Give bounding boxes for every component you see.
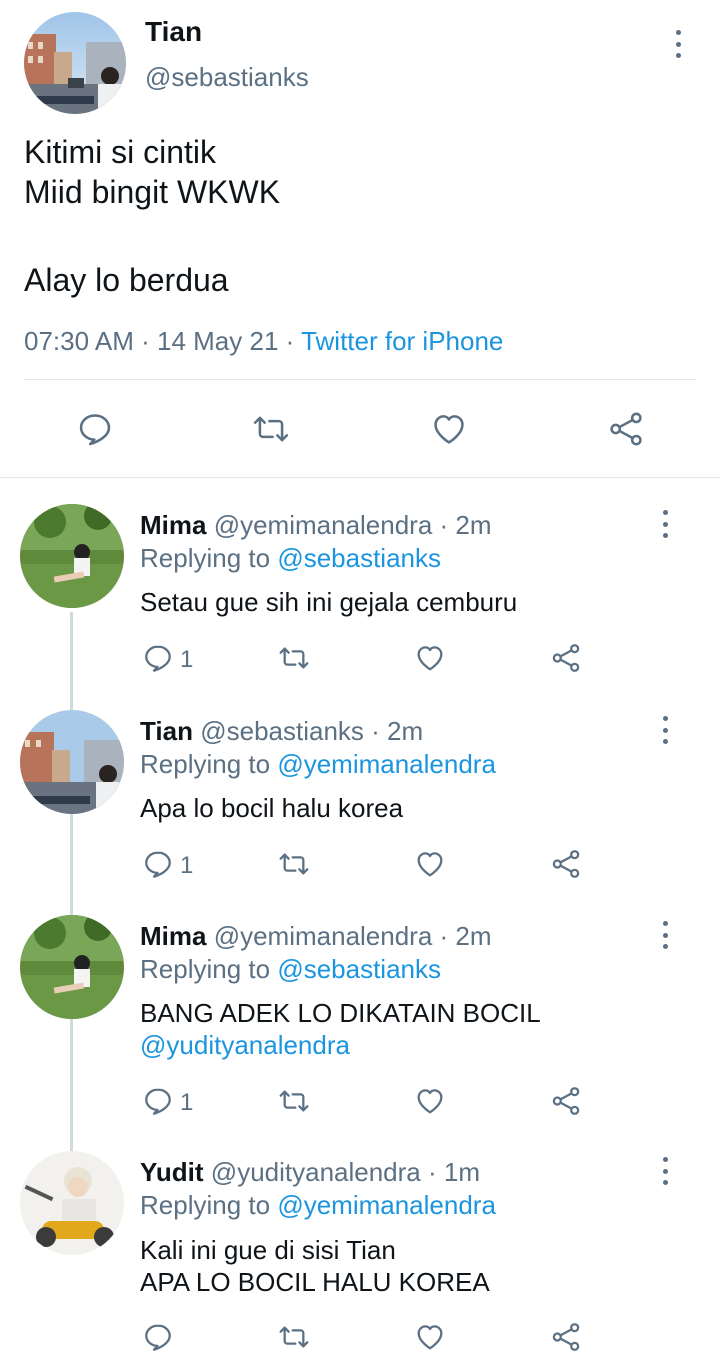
- meta-separator: ·: [285, 326, 295, 356]
- reply-author-name[interactable]: Tian: [140, 716, 193, 746]
- reply-icon[interactable]: [142, 848, 174, 880]
- retweet-icon[interactable]: [276, 848, 312, 880]
- retweet-icon[interactable]: [276, 1321, 312, 1353]
- like-icon[interactable]: [413, 1321, 447, 1353]
- like-icon[interactable]: [413, 642, 447, 674]
- tweet-text: Kitimi si cintik Miid bingit WKWK Alay l…: [24, 132, 280, 300]
- share-icon[interactable]: [549, 1321, 583, 1353]
- reply-text-line: APA LO BOCIL HALU KOREA: [140, 1267, 490, 1297]
- like-icon[interactable]: [413, 1085, 447, 1117]
- reply-icon[interactable]: [142, 1321, 174, 1353]
- reply-text: Kali ini gue di sisi Tian APA LO BOCIL H…: [140, 1234, 490, 1298]
- like-icon[interactable]: [413, 848, 447, 880]
- share-icon[interactable]: [549, 1085, 583, 1117]
- reply-tweet[interactable]: Tian @sebastianks · 2m Replying to @yemi…: [0, 706, 720, 906]
- reply-author-name[interactable]: Mima: [140, 921, 206, 951]
- retweet-icon[interactable]: [276, 642, 312, 674]
- more-icon[interactable]: [660, 716, 670, 744]
- reply-avatar[interactable]: [20, 915, 124, 1019]
- replying-to-link[interactable]: @yemimanalendra: [277, 749, 496, 779]
- reply-text-line: Kali ini gue di sisi Tian: [140, 1235, 396, 1265]
- tweet-time: 07:30 AM: [24, 326, 134, 356]
- more-icon[interactable]: [673, 30, 683, 58]
- reply-avatar[interactable]: [20, 1151, 124, 1255]
- retweet-icon[interactable]: [250, 410, 292, 448]
- author-handle[interactable]: @sebastianks: [145, 62, 309, 93]
- share-icon[interactable]: [549, 848, 583, 880]
- reply-author-handle[interactable]: @sebastianks: [200, 716, 364, 746]
- reply-icon[interactable]: [142, 642, 174, 674]
- more-icon[interactable]: [660, 510, 670, 538]
- reply-author-name[interactable]: Yudit: [140, 1157, 204, 1187]
- share-icon[interactable]: [606, 410, 646, 448]
- reply-author-name[interactable]: Mima: [140, 510, 206, 540]
- reply-author-handle[interactable]: @yemimanalendra: [214, 510, 433, 540]
- more-icon[interactable]: [660, 921, 670, 949]
- share-icon[interactable]: [549, 642, 583, 674]
- reply-icon[interactable]: [76, 410, 114, 448]
- author-avatar[interactable]: [24, 12, 126, 114]
- tweet-source-link[interactable]: Twitter for iPhone: [301, 326, 503, 356]
- reply-tweet[interactable]: Mima @yemimanalendra · 2m Replying to @s…: [0, 500, 720, 700]
- replying-to-label: Replying to: [140, 749, 271, 779]
- retweet-icon[interactable]: [276, 1085, 312, 1117]
- more-icon[interactable]: [660, 1157, 670, 1185]
- replying-to-label: Replying to: [140, 954, 271, 984]
- divider: [24, 379, 696, 380]
- replying-to-link[interactable]: @sebastianks: [277, 954, 441, 984]
- replying-to-link[interactable]: @sebastianks: [277, 543, 441, 573]
- reply-age: · 2m: [371, 716, 424, 746]
- reply-text: Apa lo bocil halu korea: [140, 793, 404, 823]
- reply-count: 1: [180, 1089, 194, 1116]
- author-name[interactable]: Tian: [145, 16, 202, 48]
- reply-author-handle[interactable]: @yemimanalendra: [214, 921, 433, 951]
- reply-age: · 2m: [439, 921, 492, 951]
- reply-text: Setau gue sih ini gejala cemburu: [140, 587, 518, 617]
- reply-author-handle[interactable]: @yudityanalendra: [211, 1157, 421, 1187]
- reply-count: 1: [180, 646, 194, 673]
- tweet-meta: 07:30 AM · 14 May 21 · Twitter for iPhon…: [24, 326, 503, 357]
- tweet-date: 14 May 21: [157, 326, 279, 356]
- reply-icon[interactable]: [142, 1085, 174, 1117]
- tweet-line: Kitimi si cintik: [24, 134, 217, 170]
- reply-age: · 2m: [439, 510, 492, 540]
- reply-tweet[interactable]: Yudit @yudityanalendra · 1m Replying to …: [0, 1147, 720, 1367]
- reply-count: 1: [180, 852, 194, 879]
- mention-link[interactable]: @yudityanalendra: [140, 1030, 350, 1061]
- reply-avatar[interactable]: [20, 504, 124, 608]
- replying-to-link[interactable]: @yemimanalendra: [277, 1190, 496, 1220]
- replying-to-label: Replying to: [140, 1190, 271, 1220]
- meta-separator: ·: [141, 326, 150, 356]
- like-icon[interactable]: [429, 410, 469, 448]
- tweet-line: Alay lo berdua: [24, 262, 229, 298]
- tweet-line: [24, 212, 280, 260]
- reply-age: · 1m: [428, 1157, 480, 1187]
- reply-text: BANG ADEK LO DIKATAIN BOCIL: [140, 998, 541, 1028]
- divider: [0, 477, 720, 478]
- replying-to-label: Replying to: [140, 543, 271, 573]
- reply-tweet[interactable]: Mima @yemimanalendra · 2m Replying to @s…: [0, 911, 720, 1141]
- reply-avatar[interactable]: [20, 710, 124, 814]
- tweet-line: Miid bingit WKWK: [24, 174, 281, 210]
